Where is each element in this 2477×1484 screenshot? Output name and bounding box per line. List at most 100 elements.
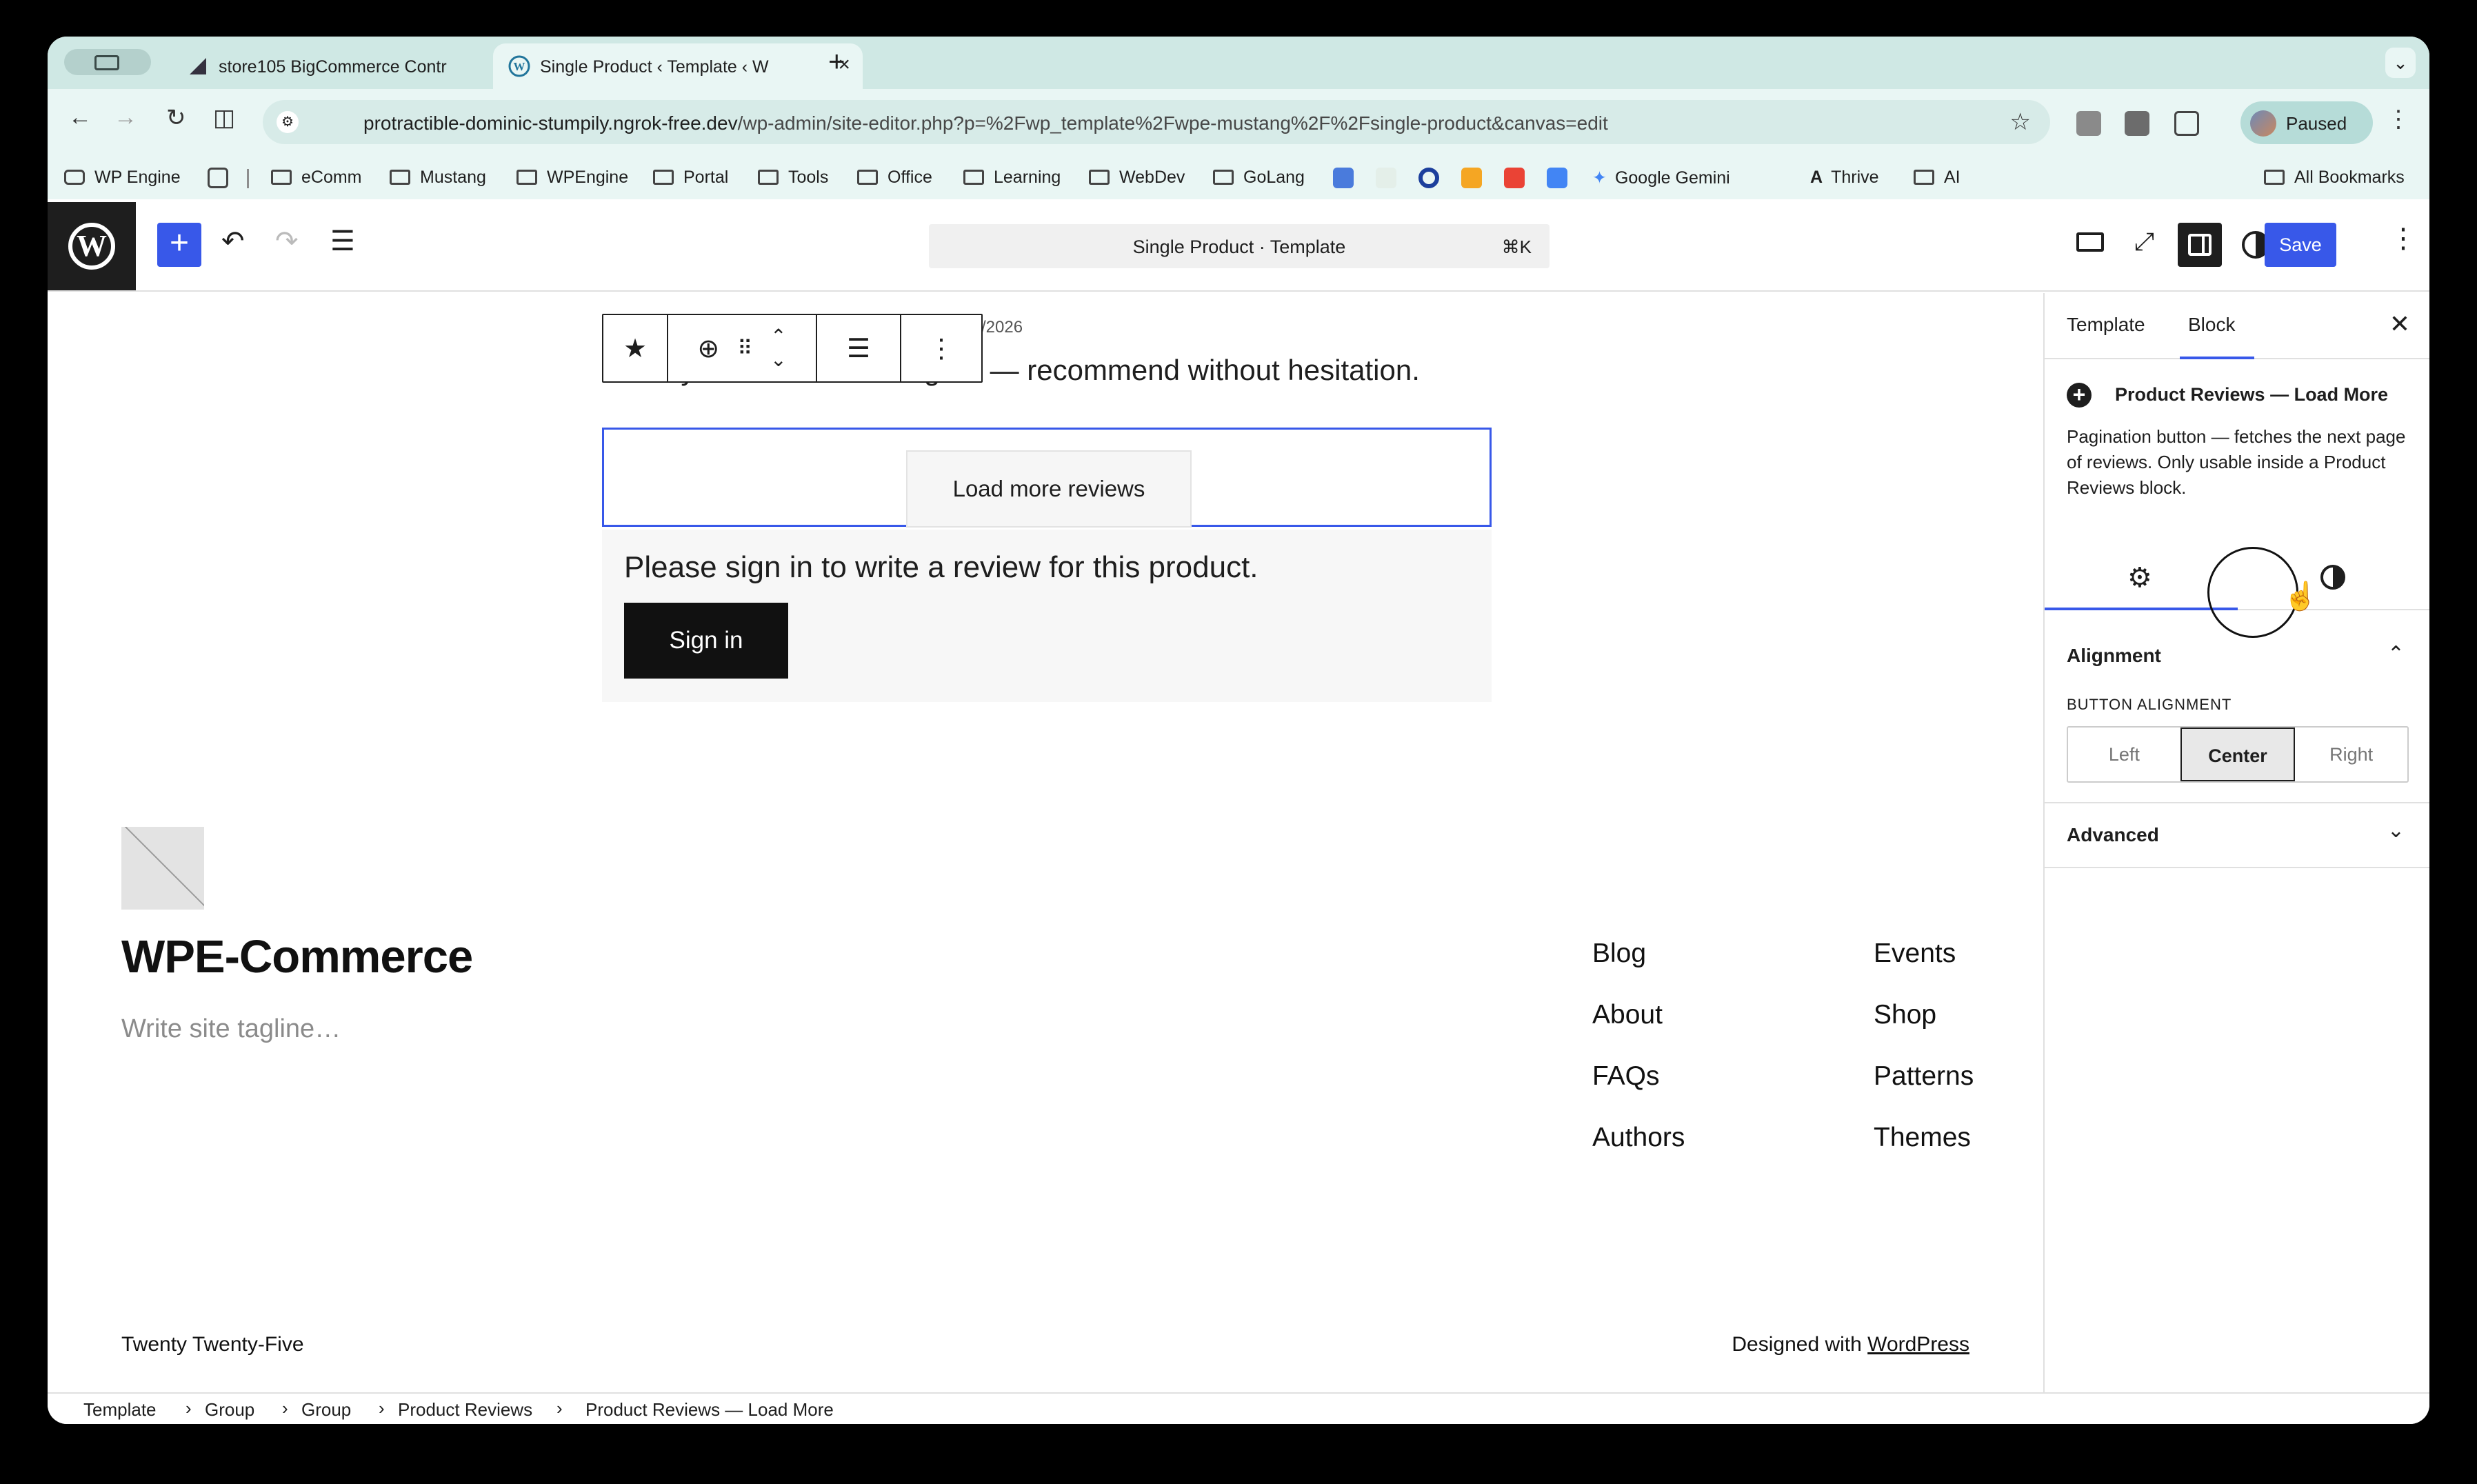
bookmark-folder-office[interactable]: Office bbox=[857, 168, 932, 188]
profile-button[interactable]: Paused bbox=[2240, 101, 2373, 144]
bookmark-bird-icon[interactable] bbox=[1376, 168, 1396, 188]
signin-button[interactable]: Sign in bbox=[624, 603, 788, 679]
breadcrumb-item[interactable]: Group bbox=[205, 1399, 254, 1421]
block-options-button[interactable]: ⋮ bbox=[901, 315, 981, 381]
align-center-option[interactable]: Center bbox=[2180, 728, 2296, 781]
bookmark-folder-webdev[interactable]: WebDev bbox=[1089, 168, 1185, 188]
all-bookmarks[interactable]: All Bookmarks bbox=[2264, 168, 2405, 188]
url-text[interactable]: protractible-dominic-stumpily.ngrok-free… bbox=[363, 112, 1608, 134]
document-overview-icon[interactable]: ☰ bbox=[330, 225, 355, 257]
fullscreen-icon[interactable]: ⤢ bbox=[2134, 227, 2154, 257]
address-bar[interactable]: ⚙ protractible-dominic-stumpily.ngrok-fr… bbox=[263, 100, 2050, 144]
block-type-button[interactable]: ★ bbox=[603, 315, 668, 381]
shortcut-hint: ⌘K bbox=[1501, 237, 1532, 257]
bookmark-folder-tools[interactable]: Tools bbox=[758, 168, 828, 188]
bookmark-folder-learning[interactable]: Learning bbox=[963, 168, 1061, 188]
breadcrumb-item[interactable]: Product Reviews bbox=[398, 1399, 532, 1421]
bookmark-wp-engine[interactable]: WP Engine bbox=[64, 168, 181, 188]
tab-group-pill[interactable] bbox=[64, 49, 151, 75]
block-inserter-button[interactable]: + bbox=[157, 223, 201, 267]
tab-search-button[interactable]: ⌄ bbox=[2385, 48, 2416, 78]
reload-icon[interactable]: ↻ bbox=[166, 104, 186, 132]
save-button[interactable]: Save bbox=[2265, 223, 2336, 267]
command-palette-bar[interactable]: Single Product · Template ⌘K bbox=[929, 224, 1550, 268]
chevron-down-icon[interactable]: ⌄ bbox=[2387, 819, 2405, 843]
bookmark-thrive[interactable]: A Thrive bbox=[1810, 168, 1879, 188]
bookmark-google-gemini[interactable]: ✦ Google Gemini bbox=[1592, 168, 1730, 188]
bookmark-folder-ecomm[interactable]: eComm bbox=[271, 168, 362, 188]
load-more-block[interactable]: Load more reviews bbox=[602, 428, 1492, 528]
extension-icon[interactable] bbox=[2125, 111, 2149, 136]
wordpress-logo[interactable]: W bbox=[48, 202, 136, 290]
site-info-icon[interactable]: ⚙ bbox=[277, 111, 299, 133]
split-view-icon[interactable]: ◫ bbox=[213, 104, 235, 132]
gmail-icon[interactable] bbox=[1504, 168, 1525, 188]
bookmark-star-icon[interactable]: ☆ bbox=[2010, 108, 2031, 136]
star-icon: ★ bbox=[623, 334, 648, 363]
bookmark-folder-ai[interactable]: AI bbox=[1914, 168, 1960, 188]
bookmark-folder-golang[interactable]: GoLang bbox=[1213, 168, 1305, 188]
footer-nav-link[interactable]: FAQs bbox=[1592, 1061, 1660, 1092]
align-right-option[interactable]: Right bbox=[2295, 728, 2407, 781]
breadcrumb-item[interactable]: Template bbox=[83, 1399, 157, 1421]
editor-canvas[interactable]: /2026 Exactly what I was looking for — r… bbox=[48, 293, 2043, 1394]
footer-designed-text: Designed with bbox=[1732, 1333, 1868, 1356]
drag-handle-icon[interactable]: ⠿ bbox=[737, 337, 752, 361]
chevron-up-icon[interactable]: ⌃ bbox=[2387, 642, 2405, 666]
bookmark-w-icon[interactable] bbox=[1461, 168, 1482, 188]
tab-block[interactable]: Block bbox=[2188, 314, 2235, 336]
extensions-puzzle-icon[interactable] bbox=[2174, 111, 2199, 136]
settings-toggle-button[interactable] bbox=[2178, 223, 2222, 267]
align-left-option[interactable]: Left bbox=[2068, 728, 2180, 781]
extension-mail-icon[interactable] bbox=[2076, 111, 2101, 136]
chevron-right-icon: › bbox=[185, 1398, 192, 1418]
plus-circle-icon: + bbox=[2067, 383, 2092, 408]
close-icon[interactable]: ✕ bbox=[2389, 310, 2410, 339]
calendar-icon[interactable] bbox=[1547, 168, 1567, 188]
bookmark-folder-wpengine[interactable]: WPEngine bbox=[517, 168, 628, 188]
gear-icon[interactable]: ⚙ bbox=[2127, 562, 2152, 594]
folder-icon bbox=[1914, 170, 1934, 185]
browser-menu-icon[interactable]: ⋮ bbox=[2387, 106, 2410, 133]
apps-grid-icon[interactable] bbox=[208, 168, 228, 188]
footer-nav-link[interactable]: Shop bbox=[1874, 1000, 1936, 1030]
bookmark-folder-mustang[interactable]: Mustang bbox=[390, 168, 486, 188]
footer-nav-link[interactable]: Events bbox=[1874, 939, 1956, 969]
redo-icon[interactable]: ↷ bbox=[275, 225, 299, 257]
review-signin-notice: Please sign in to write a review for thi… bbox=[602, 530, 1492, 702]
tab-single-product[interactable]: W Single Product ‹ Template ‹ W × bbox=[493, 43, 863, 89]
alignment-panel-toggle[interactable]: Alignment bbox=[2067, 645, 2161, 667]
move-up-down-icon[interactable]: ⌃ ⌄ bbox=[770, 325, 786, 372]
bookmark-circle-icon[interactable] bbox=[1418, 168, 1439, 188]
site-logo-placeholder[interactable] bbox=[121, 827, 204, 910]
load-more-button[interactable]: Load more reviews bbox=[906, 450, 1192, 528]
bookmark-folder-portal[interactable]: Portal bbox=[653, 168, 728, 188]
new-tab-button[interactable]: + bbox=[828, 45, 845, 78]
wordpress-link[interactable]: WordPress bbox=[1867, 1333, 1969, 1356]
footer-nav-link[interactable]: About bbox=[1592, 1000, 1663, 1030]
breadcrumb-item[interactable]: Group bbox=[301, 1399, 351, 1421]
undo-icon[interactable]: ↶ bbox=[221, 225, 245, 257]
options-icon[interactable]: ⋮ bbox=[2389, 223, 2417, 254]
advanced-panel-toggle[interactable]: Advanced bbox=[2067, 824, 2159, 846]
document-title: Single Product · Template bbox=[1132, 237, 1346, 257]
svg-text:W: W bbox=[514, 60, 525, 73]
chevron-right-icon: › bbox=[282, 1398, 288, 1418]
footer-nav-link[interactable]: Blog bbox=[1592, 939, 1646, 969]
panel-divider bbox=[2045, 867, 2429, 868]
footer-nav-link[interactable]: Patterns bbox=[1874, 1061, 1974, 1092]
tab-template[interactable]: Template bbox=[2067, 314, 2145, 336]
device-preview-icon[interactable] bbox=[2076, 232, 2104, 252]
plus-circle-icon[interactable]: ⊕ bbox=[697, 333, 719, 364]
tab-bigcommerce[interactable]: store105 BigCommerce Contr × bbox=[172, 43, 530, 89]
forward-icon[interactable]: → bbox=[114, 104, 137, 131]
back-icon[interactable]: ← bbox=[68, 104, 92, 131]
site-tagline[interactable]: Write site tagline… bbox=[121, 1014, 341, 1044]
translate-icon[interactable] bbox=[1333, 168, 1354, 188]
styles-icon[interactable] bbox=[2320, 565, 2345, 590]
profile-status: Paused bbox=[2286, 113, 2347, 134]
align-button[interactable]: ☰ bbox=[817, 315, 901, 381]
site-title[interactable]: WPE-Commerce bbox=[121, 930, 473, 983]
footer-nav-link[interactable]: Authors bbox=[1592, 1123, 1685, 1153]
footer-nav-link[interactable]: Themes bbox=[1874, 1123, 1971, 1153]
